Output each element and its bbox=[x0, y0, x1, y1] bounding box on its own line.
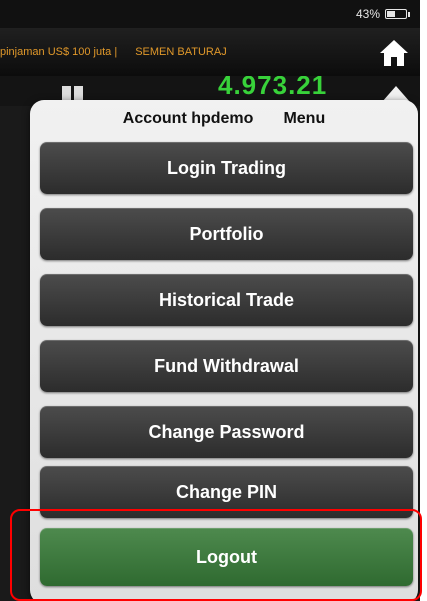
news-ticker: pinjaman US$ 100 juta | SEMEN BATURAJ bbox=[0, 28, 420, 76]
device-screen: 43% pinjaman US$ 100 juta | SEMEN BATURA… bbox=[0, 0, 420, 601]
logout-button[interactable]: Logout bbox=[40, 528, 413, 586]
button-label: Change PIN bbox=[175, 481, 277, 502]
ticker-item: SEMEN BATURAJ bbox=[135, 46, 227, 58]
index-value: 4.973.21 bbox=[218, 76, 328, 100]
status-bar: 43% bbox=[0, 0, 420, 28]
ticker-item: pinjaman US$ 100 juta | bbox=[0, 46, 118, 58]
battery-icon bbox=[385, 9, 410, 19]
button-label: Historical Trade bbox=[158, 289, 295, 310]
historical-trade-button[interactable]: Historical Trade bbox=[40, 274, 413, 326]
fund-withdrawal-button[interactable]: Fund Withdrawal bbox=[40, 340, 413, 392]
chart-icon bbox=[62, 86, 84, 100]
button-label: Login Trading bbox=[167, 157, 286, 178]
home-button[interactable] bbox=[376, 36, 412, 70]
change-password-button[interactable]: Change Password bbox=[40, 406, 413, 458]
popover-header: Account hpdemo Menu bbox=[30, 100, 418, 138]
portfolio-button[interactable]: Portfolio bbox=[40, 208, 413, 260]
button-label: Logout bbox=[196, 546, 257, 567]
change-pin-button[interactable]: Change PIN bbox=[40, 466, 413, 518]
account-menu-popover: Account hpdemo Menu Login Trading Portfo… bbox=[30, 100, 418, 601]
battery-percent: 43% bbox=[355, 7, 380, 21]
button-label: Portfolio bbox=[189, 223, 264, 244]
button-label: Fund Withdrawal bbox=[154, 355, 299, 376]
button-label: Change Password bbox=[148, 421, 305, 442]
home-icon bbox=[380, 40, 408, 66]
account-title: Account hpdemo bbox=[122, 110, 254, 127]
menu-title: Menu bbox=[283, 110, 326, 127]
login-trading-button[interactable]: Login Trading bbox=[40, 142, 413, 194]
